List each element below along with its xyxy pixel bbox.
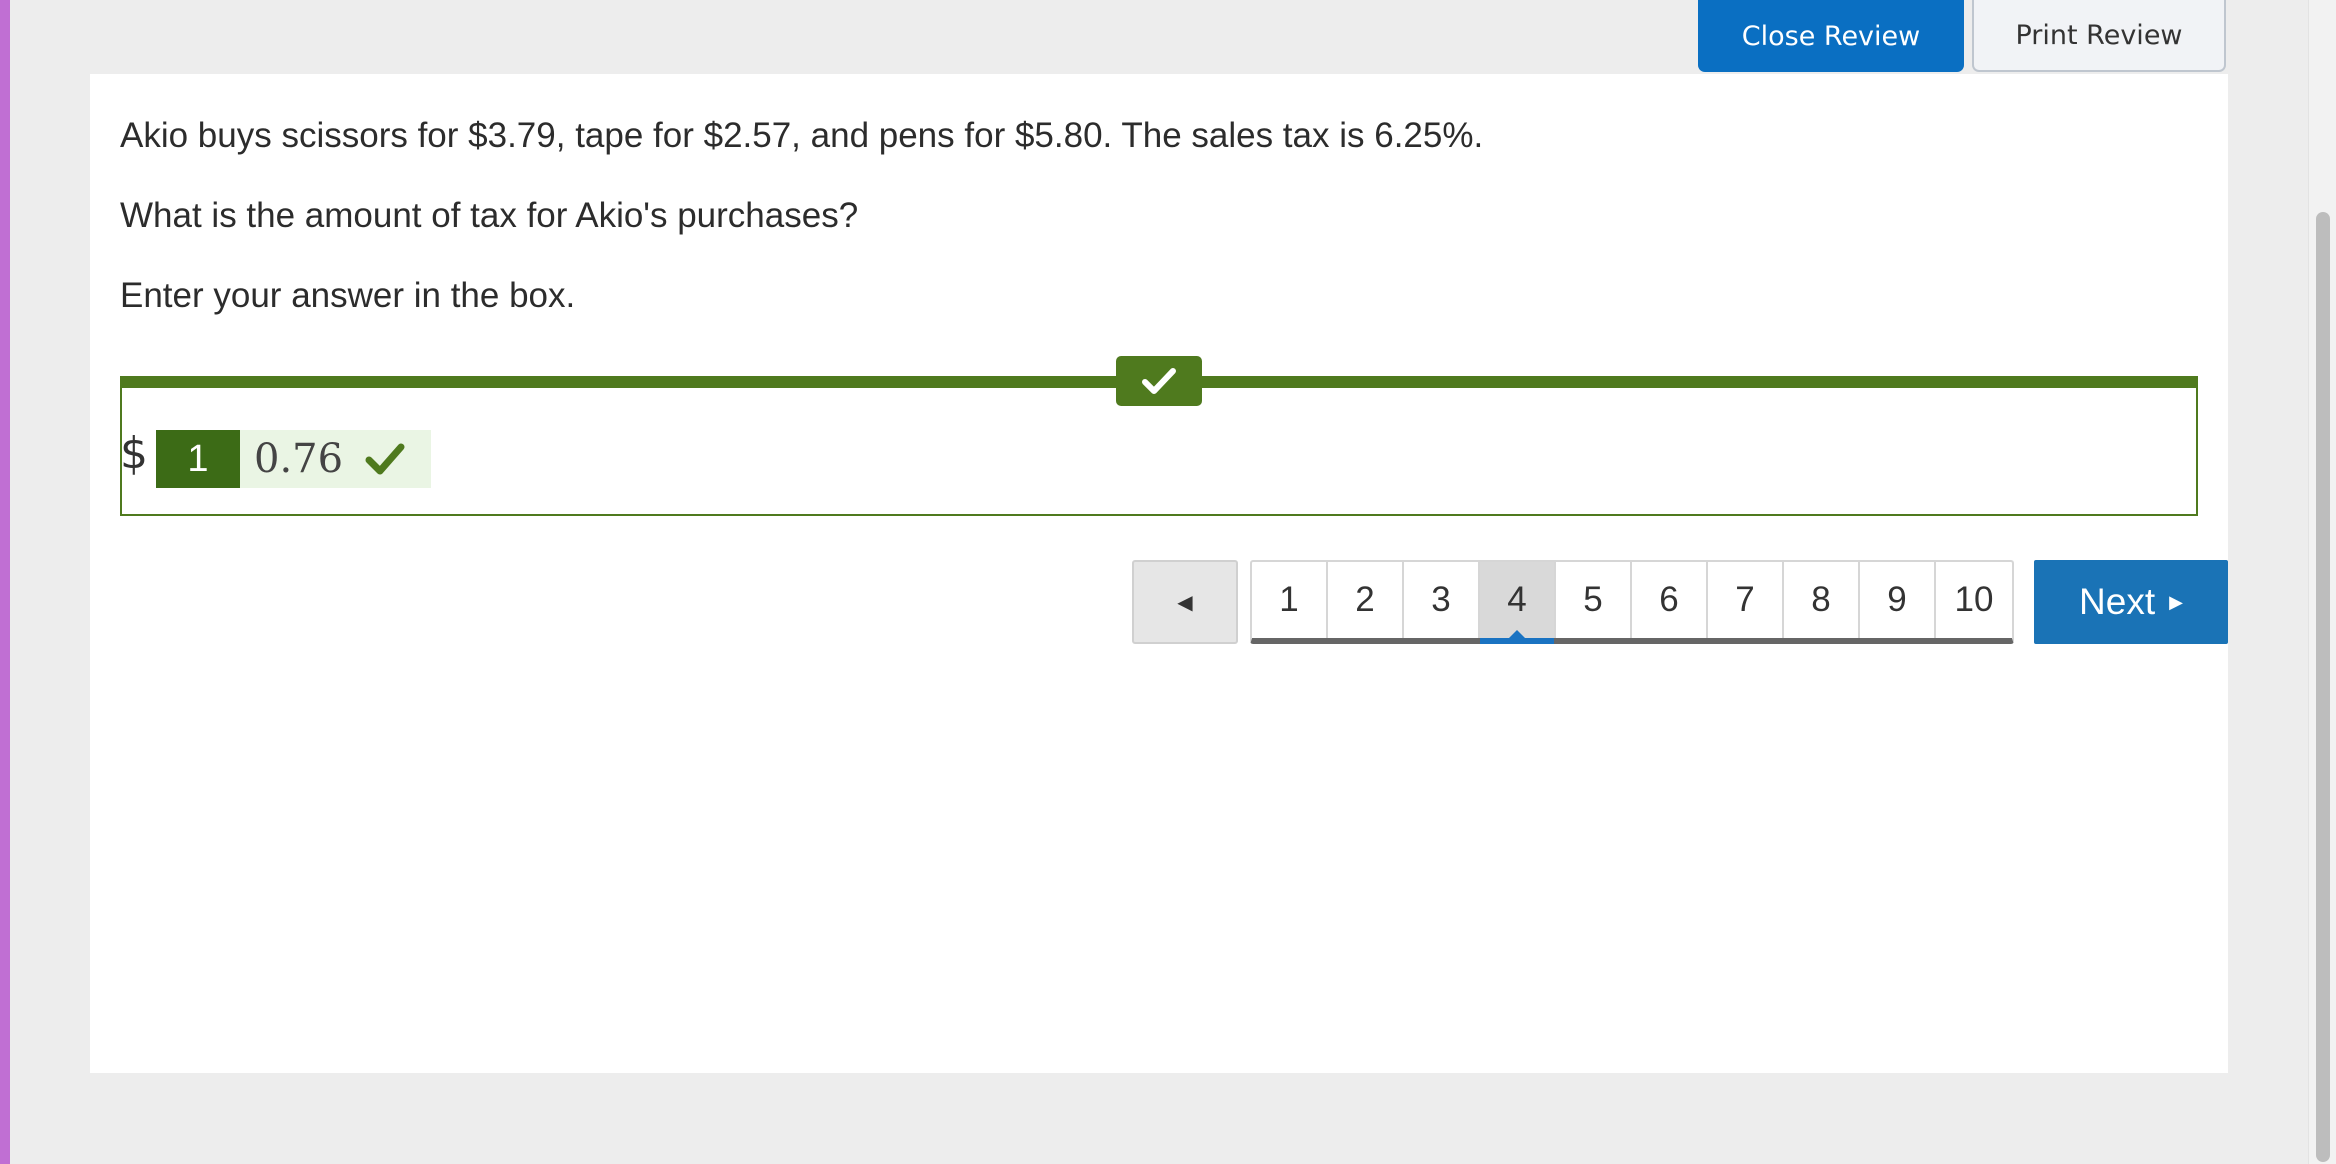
- page-button-7[interactable]: 7: [1708, 562, 1784, 638]
- answer-number-badge: 1: [156, 430, 240, 488]
- answer-value: 0.76: [254, 436, 344, 482]
- page-button-1[interactable]: 1: [1252, 562, 1328, 638]
- page-button-4-current[interactable]: 4: [1480, 562, 1556, 644]
- question-prompt: Akio buys scissors for $3.79, tape for $…: [120, 116, 1484, 155]
- page-button-3[interactable]: 3: [1404, 562, 1480, 638]
- page-navigator: 1 2 3 4 5 6 7 8 9 10: [1250, 560, 2014, 644]
- correct-status-tab: [1116, 356, 1202, 406]
- answer-value-box: 0.76: [240, 430, 432, 488]
- previous-page-button[interactable]: ◀: [1132, 560, 1238, 644]
- page-button-9[interactable]: 9: [1860, 562, 1936, 638]
- page-button-10[interactable]: 10: [1936, 562, 2012, 638]
- answer-chip: 1 0.76: [156, 430, 432, 488]
- page-button-5[interactable]: 5: [1556, 562, 1632, 638]
- print-review-button[interactable]: Print Review: [1972, 0, 2226, 72]
- page-button-6[interactable]: 6: [1632, 562, 1708, 638]
- close-review-button[interactable]: Close Review: [1698, 0, 1964, 72]
- page-button-8[interactable]: 8: [1784, 562, 1860, 638]
- question-instruction: Enter your answer in the box.: [120, 276, 576, 315]
- scrollbar-thumb[interactable]: [2316, 212, 2330, 1162]
- triangle-left-icon: ◀: [1177, 591, 1193, 614]
- page-button-2[interactable]: 2: [1328, 562, 1404, 638]
- question-ask: What is the amount of tax for Akio's pur…: [120, 196, 859, 235]
- review-page: Close Review Print Review Akio buys scis…: [0, 0, 2336, 1164]
- check-icon: [1142, 368, 1176, 394]
- currency-symbol: $: [120, 428, 148, 479]
- next-button-label: Next: [2079, 581, 2156, 622]
- check-icon: [365, 443, 405, 475]
- left-accent-bar: [0, 0, 10, 1164]
- next-button[interactable]: Next ▶: [2034, 560, 2228, 644]
- triangle-right-icon: ▶: [2169, 591, 2183, 612]
